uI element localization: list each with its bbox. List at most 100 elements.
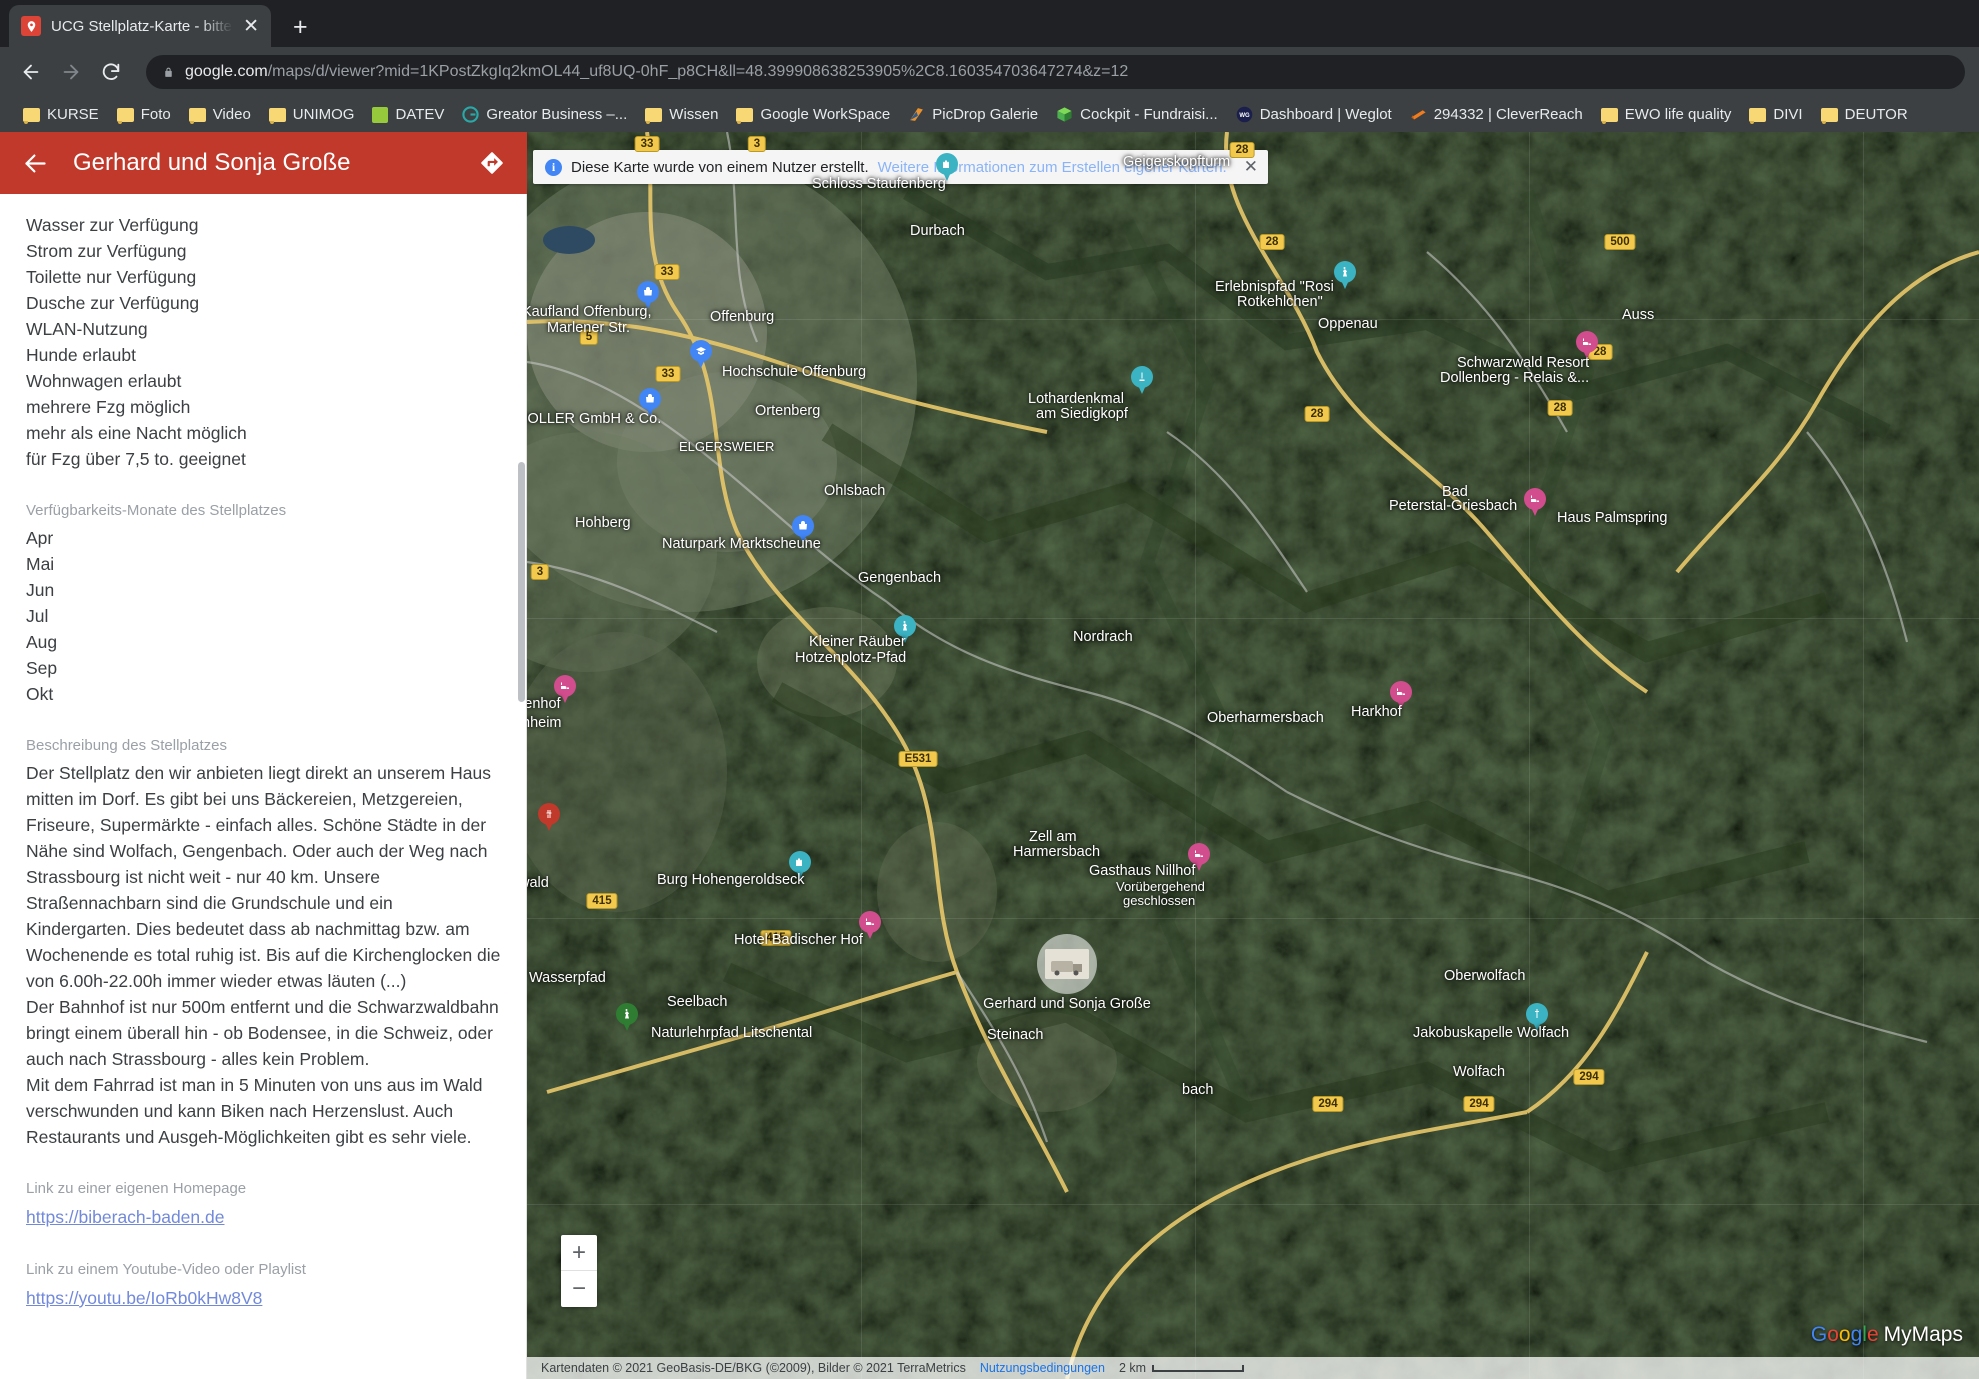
map-label: Peterstal-Griesbach [1389,498,1518,514]
bookmark-label: Cockpit - Fundraisi... [1080,106,1218,123]
bookmark-item-kurse[interactable]: KURSE [14,102,108,127]
map-label: Schloss Staufenberg [812,176,946,192]
map-label: Oberwolfach [1444,968,1526,984]
hochschule-poi[interactable] [690,340,712,369]
bookmark-item-unimog[interactable]: UNIMOG [260,102,364,127]
bookmark-label: KURSE [47,106,99,123]
bookmark-item-cockpit-fundraisi[interactable]: Cockpit - Fundraisi... [1047,102,1227,127]
bookmark-item-divi[interactable]: DIVI [1740,102,1811,127]
google-letter: G [1810,1323,1828,1346]
arrow-back-icon[interactable] [22,150,49,177]
road-shield: 3 [530,564,550,580]
panel-scrollbar[interactable] [518,462,525,702]
cockpit-cube-icon [1056,106,1073,123]
bookmark-item-294332-cleverreach[interactable]: 294332 | CleverReach [1401,102,1592,127]
map-label: Lothardenkmal [1028,391,1124,407]
tab-strip: UCG Stellplatz-Karte - bitte anrufe ✕ + [0,0,1979,47]
feature-item: für Fzg über 7,5 to. geeignet [26,449,246,469]
weglot-icon: WG [1236,106,1253,123]
map-label: Erlebnispfad "Rosi [1215,279,1334,295]
months-label: Verfügbarkeits-Monate des Stellplatzes [26,502,287,519]
map-grid-line [860,132,862,1379]
lothardenkmal-poi[interactable] [1131,366,1153,395]
datev-icon [372,106,389,123]
bookmark-label: Dashboard | Weglot [1259,106,1392,123]
folder-icon [645,107,663,124]
tab-close-icon[interactable]: ✕ [243,17,259,36]
bookmark-item-foto[interactable]: Foto [108,102,180,127]
month-item: Apr [26,528,54,548]
greator-icon [462,106,480,123]
map-label: Oppenau [1318,316,1378,332]
folder-icon [268,107,286,124]
homepage-label: Link zu einer eigenen Homepage [26,1180,247,1197]
bookmark-item-greator-business[interactable]: Greator Business –... [453,102,636,127]
bookmark-item-dashboard-weglot[interactable]: WG Dashboard | Weglot [1227,102,1401,127]
bookmark-item-deutor[interactable]: DEUTOR [1812,102,1917,127]
map-label: Marlener Str. [547,320,630,336]
marker-halo [1037,934,1097,994]
description-text: Der Stellplatz den wir anbieten liegt di… [26,763,501,1147]
erlebnispfad-poi[interactable] [1334,261,1356,290]
bookmark-item-datev[interactable]: DATEV [363,102,453,127]
map-label: Hotzenplotz-Pfad [795,650,907,666]
google-letter: o [1827,1323,1839,1346]
back-icon[interactable] [14,55,48,89]
poi-glyph-icon [690,340,712,362]
selected-place-marker[interactable]: Gerhard und Sonja Große [983,934,1151,1012]
bookmark-item-google-workspace[interactable]: Google WorkSpace [727,102,899,127]
bookmark-label: 294332 | CleverReach [1433,106,1583,123]
bookmark-item-video[interactable]: Video [180,102,260,127]
map-grid-line [1528,132,1530,1379]
feature-item: Wasser zur Verfügung [26,215,199,235]
hospital-marker[interactable] [538,803,560,832]
bookmark-item-ewo-life-quality[interactable]: EWO life quality [1592,102,1741,127]
feature-item: WLAN-Nutzung [26,319,148,339]
pin-shape [1524,488,1546,517]
directions-icon[interactable] [479,150,505,176]
address-bar[interactable]: google.com/maps/d/viewer?mid=1KPostZkgIq… [146,55,1965,89]
map-label: Seelbach [667,994,728,1010]
poi-glyph-icon [936,153,958,175]
reload-icon[interactable] [94,55,128,89]
bookmark-item-wissen[interactable]: Wissen [636,102,727,127]
info-icon: i [545,158,562,176]
haus-palmspring-poi[interactable] [1524,488,1546,517]
tab-title: UCG Stellplatz-Karte - bitte anrufe [51,17,233,35]
bookmark-label: Video [212,106,251,123]
map-attribution: Kartendaten © 2021 GeoBasis-DE/BKG (©200… [527,1357,1979,1379]
road-shield: 28 [1547,400,1573,416]
map-label: Auss [1622,307,1655,323]
map-label: ROLLER GmbH & Co. [527,411,662,427]
homepage-link[interactable]: https://biberach-baden.de [26,1203,501,1231]
google-letter: e [1866,1323,1879,1346]
zoom-in-button[interactable]: + [561,1235,597,1271]
close-icon[interactable]: ✕ [1244,157,1258,177]
feature-item: mehrere Fzg möglich [26,397,191,417]
features-list: Wasser zur Verfügung Strom zur Verfügung T… [26,212,501,472]
road-shield: 3 [747,136,767,152]
bookmark-label: DIVI [1773,106,1803,123]
bookmark-label: EWO life quality [1624,106,1732,123]
google-letter: g [1850,1323,1863,1346]
bookmark-item-picdrop-galerie[interactable]: PicDrop Galerie [899,102,1047,127]
bookmark-label: PicDrop Galerie [932,106,1039,123]
pin-shape [538,803,560,832]
month-item: Jun [26,580,55,600]
road-shield: 415 [586,893,618,909]
terms-link[interactable]: Nutzungsbedingungen [980,1361,1105,1375]
address-bar-url: google.com/maps/d/viewer?mid=1KPostZkgIq… [185,63,1128,81]
zoom-out-button[interactable]: − [561,1271,597,1307]
map-label: Rotkehlchen" [1237,294,1323,310]
panel-body: Wasser zur Verfügung Strom zur Verfügung T… [0,194,527,1312]
map-label: Wolfach [1453,1064,1506,1080]
map-label: Jakobuskapelle Wolfach [1413,1025,1570,1041]
map-label: Durbach [910,223,965,239]
browser-tab[interactable]: UCG Stellplatz-Karte - bitte anrufe ✕ [9,5,271,47]
new-tab-button[interactable]: + [293,15,308,40]
poi-glyph-icon [1526,1003,1548,1025]
youtube-link[interactable]: https://youtu.be/IoRb0kHw8V8 [26,1284,501,1312]
map-canvas[interactable]: i Diese Karte wurde von einem Nutzer ers… [527,132,1979,1379]
road-shield: 33 [654,264,680,280]
naturlehrpfad-poi[interactable] [616,1003,638,1032]
